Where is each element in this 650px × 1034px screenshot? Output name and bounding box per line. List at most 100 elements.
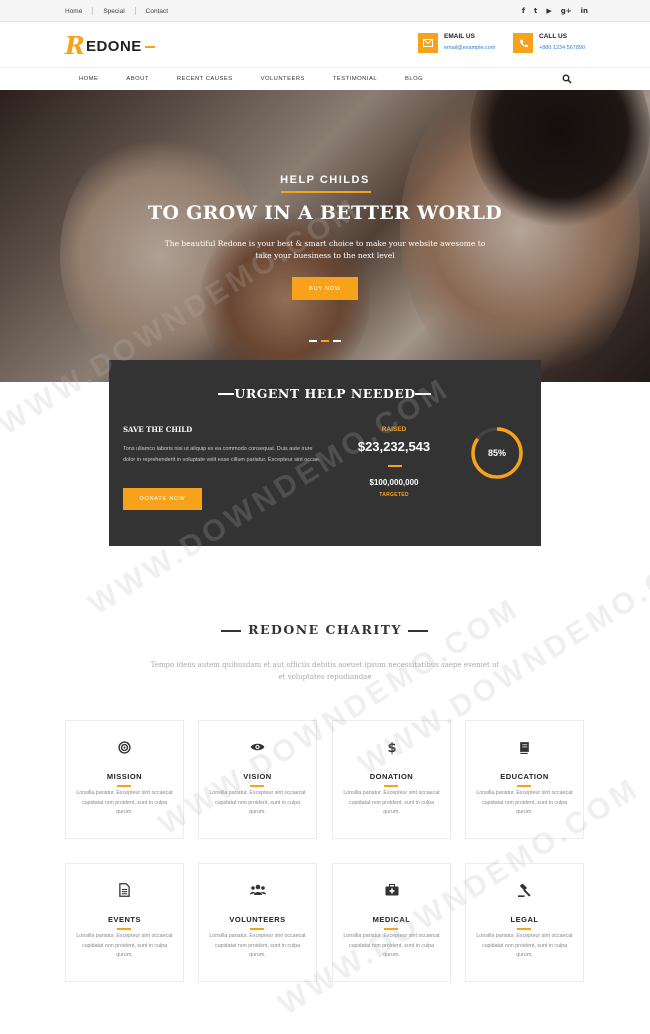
- phone-icon: [513, 33, 533, 53]
- urgent-heading: URGENT HELP NEEDED: [234, 386, 416, 401]
- site-header: R EDONE EMAIL US email@example.com CALL …: [0, 22, 650, 67]
- hero-subtitle: The beautiful Redone is your best & smar…: [164, 239, 486, 260]
- progress-percent: 85%: [487, 448, 506, 458]
- hero-kicker: HELP CHILDS: [280, 174, 370, 186]
- donate-now-button[interactable]: DONATE NOW: [123, 488, 202, 510]
- card-title: DONATION: [369, 772, 414, 781]
- users-icon: [199, 883, 316, 897]
- youtube-icon[interactable]: ▶: [546, 7, 551, 15]
- search-icon[interactable]: [562, 74, 572, 84]
- nav-item-home[interactable]: HOME: [79, 76, 98, 82]
- card-title: MEDICAL: [372, 915, 411, 924]
- watermark: WWW.DOWNDEMO.COM: [272, 771, 646, 1022]
- card-text: Lonsilla pariatur. Excepteur sint occaec…: [476, 933, 573, 958]
- email-contact[interactable]: EMAIL US email@example.com: [418, 33, 495, 53]
- call-contact[interactable]: CALL US +880 1234 567890: [513, 33, 585, 53]
- card-rule: [384, 928, 398, 930]
- urgent-help-panel: URGENT HELP NEEDED SAVE THE CHILD Tons u…: [109, 360, 541, 546]
- raised-label: RAISED: [381, 426, 407, 433]
- feature-card-education[interactable]: EDUCATION Lonsilla pariatur. Excepteur s…: [465, 720, 584, 839]
- hero-slider: HELP CHILDS TO GROW IN A BETTER WORLD Th…: [0, 90, 650, 382]
- target-icon: [66, 740, 183, 754]
- logo-text: EDONE: [85, 37, 142, 55]
- card-text: Lonsilla pariatur. Excepteur sint occaec…: [209, 933, 306, 958]
- top-bar: Home Special Contact f t ▶ g+ in: [0, 0, 650, 22]
- raised-divider: [388, 465, 402, 467]
- dollar-icon: $: [333, 740, 450, 755]
- logo-mark: R: [65, 31, 85, 60]
- feature-card-vision[interactable]: VISION Lonsilla pariatur. Excepteur sint…: [198, 720, 317, 839]
- card-text: Lonsilla pariatur. Excepteur sint occaec…: [209, 790, 306, 815]
- linkedin-icon[interactable]: in: [581, 7, 588, 15]
- top-link-contact[interactable]: Contact: [136, 8, 178, 15]
- medkit-icon: [333, 883, 450, 897]
- logo[interactable]: R EDONE: [65, 34, 155, 58]
- card-rule: [384, 785, 398, 787]
- call-value[interactable]: +880 1234 567890: [539, 45, 585, 51]
- hero-kicker-underline: [281, 191, 371, 193]
- slider-dot[interactable]: [333, 340, 341, 342]
- card-rule: [117, 785, 131, 787]
- facebook-icon[interactable]: f: [522, 7, 525, 15]
- card-text: Lonsilla pariatur. Excepteur sint occaec…: [76, 933, 173, 958]
- hero-headline: TO GROW IN A BETTER WORLD: [147, 202, 503, 224]
- card-title: VISION: [243, 772, 272, 781]
- target-value: $100,000,000: [369, 478, 419, 487]
- main-nav: HOME ABOUT RECENT CAUSES VOLUNTEERS TEST…: [0, 67, 650, 90]
- svg-text:$: $: [387, 741, 396, 755]
- card-rule: [117, 928, 131, 930]
- raised-value: $23,232,543: [357, 439, 431, 454]
- nav-item-blog[interactable]: BLOG: [405, 76, 423, 82]
- feature-card-donation[interactable]: $ DONATION Lonsilla pariatur. Excepteur …: [332, 720, 451, 839]
- feature-card-events[interactable]: EVENTS Lonsilla pariatur. Excepteur sint…: [65, 863, 184, 982]
- email-value[interactable]: email@example.com: [444, 45, 495, 51]
- card-title: LEGAL: [510, 915, 539, 924]
- slider-dots: [309, 340, 341, 342]
- cause-description: Tons ullamco laboris nisi ut aliquip ex …: [123, 446, 321, 463]
- card-text: Lonsilla pariatur. Excepteur sint occaec…: [476, 790, 573, 815]
- slider-dot-active[interactable]: [321, 340, 329, 342]
- twitter-icon[interactable]: t: [534, 7, 537, 15]
- heading-rule: [408, 630, 428, 632]
- charity-title: REDONE CHARITY: [248, 622, 402, 637]
- social-links: f t ▶ g+ in: [522, 0, 588, 22]
- target-label: TARGETED: [379, 492, 409, 498]
- hero-overlay: [0, 90, 650, 382]
- nav-item-about[interactable]: ABOUT: [126, 76, 148, 82]
- card-rule: [517, 928, 531, 930]
- card-text: Lonsilla pariatur. Excepteur sint occaec…: [343, 933, 440, 958]
- gavel-icon: [466, 883, 583, 897]
- top-links: Home Special Contact: [65, 0, 178, 22]
- nav-item-testimonial[interactable]: TESTIMONIAL: [333, 76, 377, 82]
- logo-dash: [144, 46, 155, 48]
- card-title: MISSION: [106, 772, 143, 781]
- card-title: EVENTS: [107, 915, 141, 924]
- card-text: Lonsilla pariatur. Excepteur sint occaec…: [343, 790, 440, 815]
- google-plus-icon[interactable]: g+: [561, 7, 572, 15]
- feature-card-volunteers[interactable]: VOLUNTEERS Lonsilla pariatur. Excepteur …: [198, 863, 317, 982]
- envelope-icon: [418, 33, 438, 53]
- buy-now-button[interactable]: BUY NOW: [292, 277, 358, 300]
- top-link-special[interactable]: Special: [93, 8, 134, 15]
- charity-subtitle: Tempo ideus autem quibusdam et aut offic…: [150, 661, 500, 681]
- card-rule: [250, 928, 264, 930]
- email-title: EMAIL US: [444, 33, 475, 40]
- heading-rule: [415, 393, 431, 395]
- card-title: VOLUNTEERS: [229, 915, 286, 924]
- card-text: Lonsilla pariatur. Excepteur sint occaec…: [76, 790, 173, 815]
- top-link-home[interactable]: Home: [65, 8, 92, 15]
- card-title: EDUCATION: [500, 772, 549, 781]
- feature-card-mission[interactable]: MISSION Lonsilla pariatur. Excepteur sin…: [65, 720, 184, 839]
- feature-card-medical[interactable]: MEDICAL Lonsilla pariatur. Excepteur sin…: [332, 863, 451, 982]
- feature-card-legal[interactable]: LEGAL Lonsilla pariatur. Excepteur sint …: [465, 863, 584, 982]
- eye-icon: [199, 740, 316, 754]
- card-rule: [250, 785, 264, 787]
- nav-item-recent-causes[interactable]: RECENT CAUSES: [177, 76, 233, 82]
- card-rule: [517, 785, 531, 787]
- book-icon: [466, 740, 583, 754]
- call-title: CALL US: [539, 33, 568, 40]
- nav-item-volunteers[interactable]: VOLUNTEERS: [261, 76, 305, 82]
- document-icon: [66, 883, 183, 897]
- slider-dot[interactable]: [309, 340, 317, 342]
- cause-title: SAVE THE CHILD: [123, 425, 193, 434]
